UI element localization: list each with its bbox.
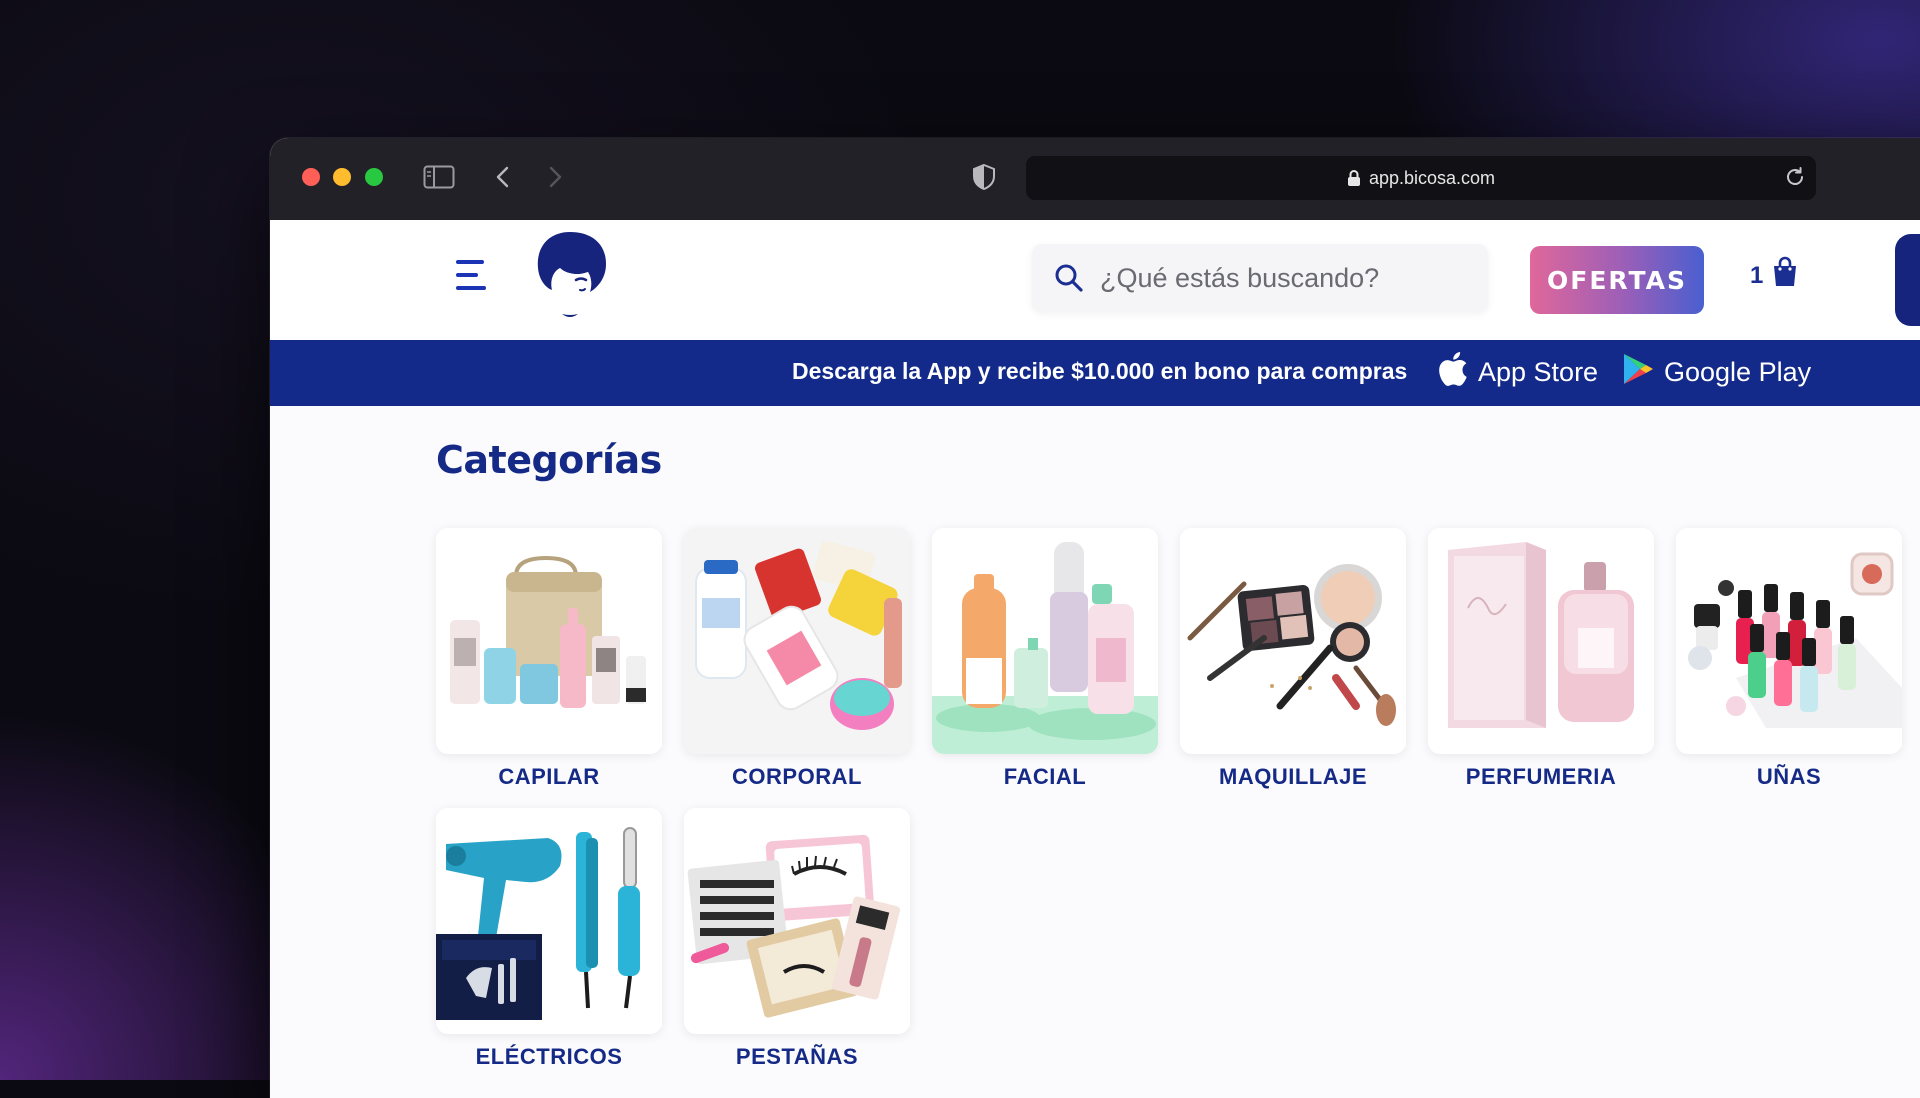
category-image[interactable] bbox=[932, 528, 1158, 754]
apple-icon bbox=[1438, 352, 1468, 393]
minimize-window-button[interactable] bbox=[333, 168, 351, 186]
site-header: ¿Qué estás buscando? OFERTAS 1 bbox=[270, 220, 1920, 340]
category-label: UÑAS bbox=[1756, 764, 1822, 789]
forward-arrow-icon[interactable] bbox=[538, 160, 572, 194]
category-facial[interactable]: FACIAL bbox=[932, 528, 1158, 790]
shopping-bag-icon bbox=[1771, 256, 1799, 295]
app-promo-banner: Descarga la App y recibe $10.000 en bono… bbox=[270, 340, 1920, 406]
category-pestanas[interactable]: PESTAÑAS bbox=[684, 808, 910, 1070]
ofertas-button[interactable]: OFERTAS bbox=[1530, 246, 1704, 314]
app-store-label: App Store bbox=[1478, 357, 1599, 387]
zoom-window-button[interactable] bbox=[365, 168, 383, 186]
account-button[interactable] bbox=[1895, 234, 1920, 326]
categories-heading: Categorías bbox=[436, 438, 662, 482]
category-label: MAQUILLAJE bbox=[1219, 764, 1367, 789]
google-play-link[interactable]: Google Play bbox=[1622, 352, 1811, 393]
main-content: Categorías CAPILAR CORPORAL FACIAL MAQUI… bbox=[270, 406, 1920, 1098]
browser-toolbar: app.bicosa.com bbox=[270, 138, 1920, 221]
category-label: CORPORAL bbox=[732, 764, 862, 789]
google-play-label: Google Play bbox=[1664, 357, 1812, 387]
sidebar-toggle-icon[interactable] bbox=[422, 160, 456, 194]
category-image[interactable] bbox=[1428, 528, 1654, 754]
category-image[interactable] bbox=[436, 808, 662, 1034]
category-image[interactable] bbox=[1180, 528, 1406, 754]
google-play-icon bbox=[1622, 352, 1654, 393]
category-maquillaje[interactable]: MAQUILLAJE bbox=[1180, 528, 1406, 790]
category-perfumeria[interactable]: PERFUMERIA bbox=[1428, 528, 1654, 790]
search-placeholder: ¿Qué estás buscando? bbox=[1100, 262, 1380, 293]
category-corporal[interactable]: CORPORAL bbox=[684, 528, 910, 790]
category-electricos[interactable]: ELÉCTRICOS bbox=[436, 808, 662, 1070]
category-label: FACIAL bbox=[1003, 764, 1087, 789]
category-label: ELÉCTRICOS bbox=[475, 1044, 623, 1069]
lock-icon bbox=[1347, 169, 1361, 187]
reload-icon[interactable] bbox=[1784, 166, 1806, 193]
category-capilar[interactable]: CAPILAR bbox=[436, 528, 662, 790]
app-store-link[interactable]: App Store bbox=[1438, 352, 1598, 393]
category-image[interactable] bbox=[684, 528, 910, 754]
menu-icon[interactable] bbox=[456, 260, 490, 290]
category-unas[interactable]: UÑAS bbox=[1676, 528, 1902, 790]
category-image[interactable] bbox=[684, 808, 910, 1034]
category-image[interactable] bbox=[1676, 528, 1902, 754]
close-window-button[interactable] bbox=[302, 168, 320, 186]
url-text: app.bicosa.com bbox=[1368, 167, 1496, 188]
category-label: PERFUMERIA bbox=[1465, 764, 1617, 789]
cart-count: 1 bbox=[1750, 261, 1764, 289]
promo-text: Descarga la App y recibe $10.000 en bono… bbox=[792, 358, 1408, 384]
search-field[interactable]: ¿Qué estás buscando? bbox=[1032, 244, 1488, 312]
category-label: CAPILAR bbox=[498, 764, 600, 789]
address-bar[interactable]: app.bicosa.com bbox=[1026, 156, 1816, 200]
search-icon bbox=[1054, 263, 1084, 293]
bicosa-logo[interactable] bbox=[530, 228, 610, 332]
browser-window: app.bicosa.com ¿Qué estás buscando? OFER… bbox=[270, 138, 1920, 1098]
cart-button[interactable]: 1 bbox=[1750, 256, 1799, 295]
privacy-shield-icon[interactable] bbox=[967, 160, 1001, 194]
back-arrow-icon[interactable] bbox=[486, 160, 520, 194]
category-image[interactable] bbox=[436, 528, 662, 754]
category-label: PESTAÑAS bbox=[735, 1044, 859, 1069]
